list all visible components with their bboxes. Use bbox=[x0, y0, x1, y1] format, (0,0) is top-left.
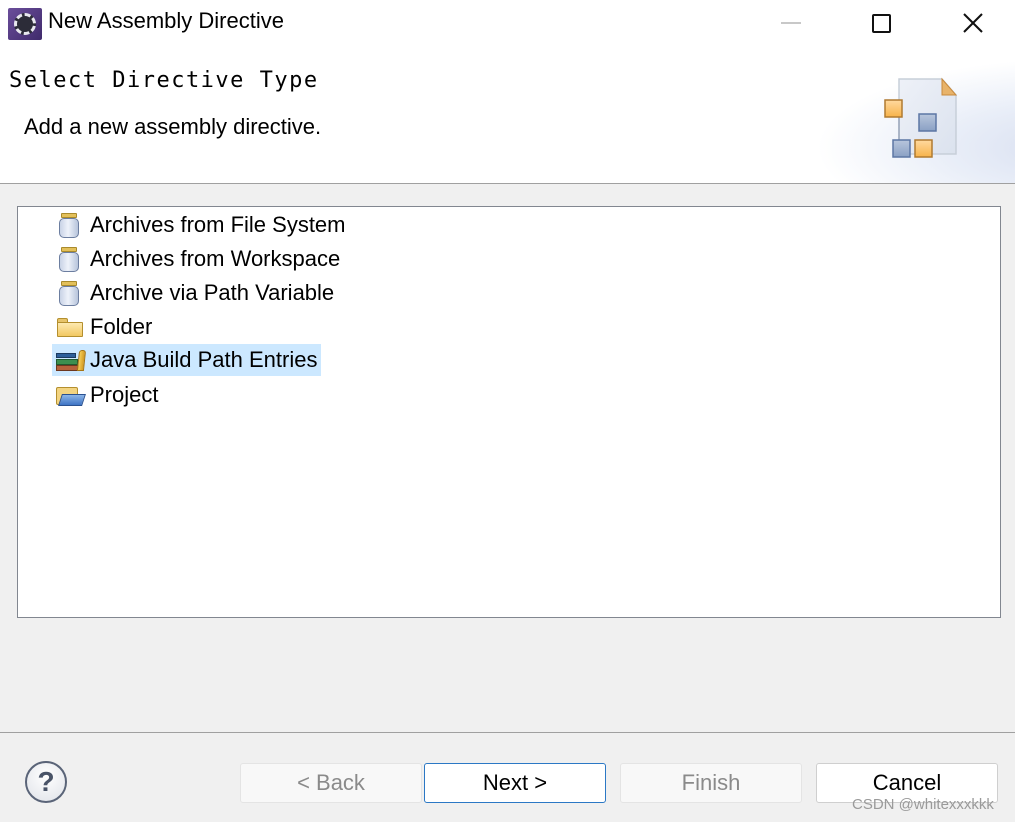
tree-item-archives-workspace[interactable]: Archives from Workspace bbox=[52, 243, 344, 275]
tree-item-label: Folder bbox=[90, 314, 153, 339]
library-books-icon bbox=[52, 346, 87, 374]
tree-item-folder[interactable]: Folder bbox=[52, 311, 156, 343]
tree-item-archives-file-system[interactable]: Archives from File System bbox=[52, 209, 350, 241]
finish-button[interactable]: Finish bbox=[620, 763, 802, 803]
wizard-header: Select Directive Type Add a new assembly… bbox=[0, 48, 1015, 184]
maximize-button[interactable] bbox=[858, 0, 904, 46]
maximize-icon bbox=[871, 13, 891, 33]
close-icon bbox=[963, 13, 983, 33]
footer-separator bbox=[0, 732, 1015, 733]
directive-type-tree[interactable]: Archives from File System Archives from … bbox=[17, 206, 1001, 618]
minimize-icon bbox=[781, 22, 801, 24]
help-button[interactable]: ? bbox=[25, 761, 67, 803]
tree-item-archive-path-variable[interactable]: Archive via Path Variable bbox=[52, 277, 338, 309]
jar-icon bbox=[52, 245, 86, 273]
folder-icon bbox=[52, 313, 86, 341]
back-button[interactable]: < Back bbox=[240, 763, 422, 803]
open-folder-icon bbox=[52, 381, 86, 409]
wizard-banner-icon bbox=[884, 77, 958, 158]
minimize-button[interactable] bbox=[768, 0, 814, 46]
page-description: Add a new assembly directive. bbox=[24, 114, 322, 139]
page-title: Select Directive Type bbox=[9, 68, 319, 93]
app-gear-icon bbox=[8, 8, 42, 40]
tree-item-label: Java Build Path Entries bbox=[90, 347, 318, 372]
next-button[interactable]: Next > bbox=[424, 763, 606, 803]
jar-icon bbox=[52, 211, 86, 239]
jar-icon bbox=[52, 279, 86, 307]
tree-item-java-build-path-entries[interactable]: Java Build Path Entries bbox=[52, 344, 322, 376]
title-bar: New Assembly Directive bbox=[0, 0, 1015, 48]
tree-item-label: Archive via Path Variable bbox=[90, 280, 335, 305]
tree-item-project[interactable]: Project bbox=[52, 379, 162, 411]
help-icon: ? bbox=[37, 766, 55, 797]
tree-item-label: Project bbox=[90, 382, 159, 407]
tree-item-label: Archives from File System bbox=[90, 212, 346, 237]
window-title: New Assembly Directive bbox=[48, 8, 284, 33]
close-button[interactable] bbox=[950, 0, 996, 46]
watermark: CSDN @whitexxxkkk bbox=[852, 796, 994, 813]
tree-item-label: Archives from Workspace bbox=[90, 246, 341, 271]
